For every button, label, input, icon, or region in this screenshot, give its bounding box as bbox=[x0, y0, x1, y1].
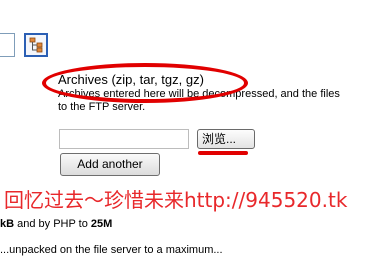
sitemap-tree-icon bbox=[29, 37, 43, 53]
clipped-info-text: ...unpacked on the file server to a maxi… bbox=[0, 244, 223, 256]
size-limit-text: kB and by PHP to 25M bbox=[0, 218, 112, 230]
tree-browse-button[interactable] bbox=[24, 33, 48, 57]
archives-title: Archives (zip, tar, tgz, gz) bbox=[58, 72, 204, 87]
watermark-text: 回忆过去～珍惜未来http://945520.tk bbox=[4, 188, 348, 212]
annotation-underline bbox=[198, 151, 248, 155]
size-limit-unit: kB bbox=[0, 218, 15, 230]
archives-description-line2: to the FTP server. bbox=[58, 101, 146, 113]
partial-text-input[interactable] bbox=[0, 33, 15, 57]
archives-description-line1: Archives entered here will be decompress… bbox=[58, 88, 340, 100]
file-path-input[interactable] bbox=[59, 129, 189, 149]
size-limit-middle: and by PHP to bbox=[14, 218, 91, 230]
php-limit-value: 25M bbox=[90, 218, 113, 230]
archives-description: Archives entered here will be decompress… bbox=[58, 88, 392, 114]
browse-button[interactable]: 浏览... bbox=[197, 129, 255, 149]
add-another-button[interactable]: Add another bbox=[60, 153, 160, 176]
